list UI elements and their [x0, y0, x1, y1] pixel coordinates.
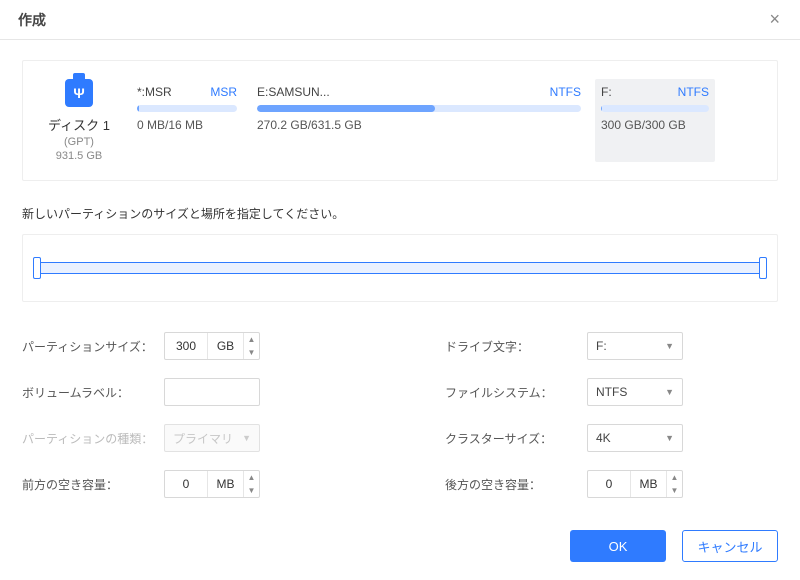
chevron-up-icon[interactable]: ▲ [244, 471, 259, 484]
partition-usage: 270.2 GB/631.5 GB [257, 118, 581, 132]
chevron-up-icon[interactable]: ▲ [244, 333, 259, 346]
partition-name: F: [601, 85, 612, 99]
dialog-footer: OK キャンセル [22, 530, 778, 562]
disk-scheme: (GPT) [64, 136, 94, 148]
chevron-down-icon: ▼ [242, 433, 251, 443]
partition-usage: 300 GB/300 GB [601, 118, 709, 132]
partition-fs: NTFS [550, 85, 581, 99]
space-after-value: 0 [588, 471, 630, 497]
space-before-unit: MB [207, 471, 243, 497]
partition-size-label: パーティションサイズ： [22, 338, 150, 355]
size-slider-box [22, 234, 778, 302]
file-system-value: NTFS [596, 385, 627, 399]
field-space-after: 後方の空き容量： 0 MB ▲▼ [445, 470, 778, 498]
space-before-value: 0 [165, 471, 207, 497]
partition-list: *:MSR MSR 0 MB/16 MB E:SAMSUN... NTFS 270.2 G… [131, 79, 765, 162]
partition-name: *:MSR [137, 85, 172, 99]
field-drive-letter: ドライブ文字： F: ▼ [445, 332, 778, 360]
field-volume-label: ボリュームラベル： [22, 378, 355, 406]
chevron-down-icon[interactable]: ▼ [244, 346, 259, 359]
close-icon[interactable]: × [763, 5, 786, 34]
title-bar: 作成 × [0, 0, 800, 40]
instruction-text: 新しいパーティションのサイズと場所を指定してください。 [22, 205, 778, 222]
chevron-down-icon[interactable]: ▼ [667, 484, 682, 497]
partition-fs: MSR [210, 85, 237, 99]
drive-letter-select[interactable]: F: ▼ [587, 332, 683, 360]
partition-type-select: プライマリ ▼ [164, 424, 260, 452]
slider-handle-right[interactable] [758, 257, 768, 279]
slider-handle-left[interactable] [32, 257, 42, 279]
form-grid: パーティションサイズ： 300 GB ▲▼ ドライブ文字： F: ▼ ボリューム… [22, 332, 778, 498]
size-slider[interactable] [37, 257, 763, 279]
usb-disk-icon: Ψ [65, 79, 93, 107]
partition-size-unit: GB [207, 333, 243, 359]
chevron-down-icon: ▼ [665, 387, 674, 397]
partition-type-label: パーティションの種類： [22, 430, 150, 447]
partition-1[interactable]: E:SAMSUN... NTFS 270.2 GB/631.5 GB [251, 79, 587, 162]
partition-usage-bar [257, 105, 581, 112]
volume-label-label: ボリュームラベル： [22, 384, 150, 401]
field-cluster-size: クラスターサイズ： 4K ▼ [445, 424, 778, 452]
field-partition-type: パーティションの種類： プライマリ ▼ [22, 424, 355, 452]
cluster-size-value: 4K [596, 431, 611, 445]
partition-type-value: プライマリ [173, 430, 233, 447]
partition-fs: NTFS [678, 85, 709, 99]
ok-label: OK [609, 539, 628, 554]
field-file-system: ファイルシステム： NTFS ▼ [445, 378, 778, 406]
disk-header: Ψ ディスク 1 (GPT) 931.5 GB [35, 79, 123, 162]
chevron-up-icon[interactable]: ▲ [667, 471, 682, 484]
space-before-label: 前方の空き容量： [22, 476, 150, 493]
cancel-label: キャンセル [697, 537, 762, 556]
drive-letter-value: F: [596, 339, 607, 353]
chevron-down-icon[interactable]: ▼ [244, 484, 259, 497]
disk-map: Ψ ディスク 1 (GPT) 931.5 GB *:MSR MSR 0 MB/16 … [22, 60, 778, 181]
partition-0[interactable]: *:MSR MSR 0 MB/16 MB [131, 79, 243, 162]
field-partition-size: パーティションサイズ： 300 GB ▲▼ [22, 332, 355, 360]
file-system-label: ファイルシステム： [445, 384, 573, 401]
chevron-down-icon: ▼ [665, 433, 674, 443]
window-title: 作成 [18, 10, 46, 30]
cluster-size-select[interactable]: 4K ▼ [587, 424, 683, 452]
cancel-button[interactable]: キャンセル [682, 530, 778, 562]
volume-label-input[interactable] [164, 378, 260, 406]
file-system-select[interactable]: NTFS ▼ [587, 378, 683, 406]
partition-size-stepper[interactable]: 300 GB ▲▼ [164, 332, 260, 360]
partition-usage-bar [137, 105, 237, 112]
partition-usage: 0 MB/16 MB [137, 118, 237, 132]
space-after-stepper[interactable]: 0 MB ▲▼ [587, 470, 683, 498]
space-after-label: 後方の空き容量： [445, 476, 573, 493]
space-before-stepper[interactable]: 0 MB ▲▼ [164, 470, 260, 498]
cluster-size-label: クラスターサイズ： [445, 430, 573, 447]
drive-letter-label: ドライブ文字： [445, 338, 573, 355]
disk-name: ディスク 1 [48, 115, 110, 134]
ok-button[interactable]: OK [570, 530, 666, 562]
partition-size-value: 300 [165, 333, 207, 359]
partition-usage-bar [601, 105, 709, 112]
chevron-down-icon: ▼ [665, 341, 674, 351]
field-space-before: 前方の空き容量： 0 MB ▲▼ [22, 470, 355, 498]
disk-capacity: 931.5 GB [56, 150, 102, 162]
partition-name: E:SAMSUN... [257, 85, 330, 99]
partition-2[interactable]: F: NTFS 300 GB/300 GB [595, 79, 715, 162]
space-after-unit: MB [630, 471, 666, 497]
